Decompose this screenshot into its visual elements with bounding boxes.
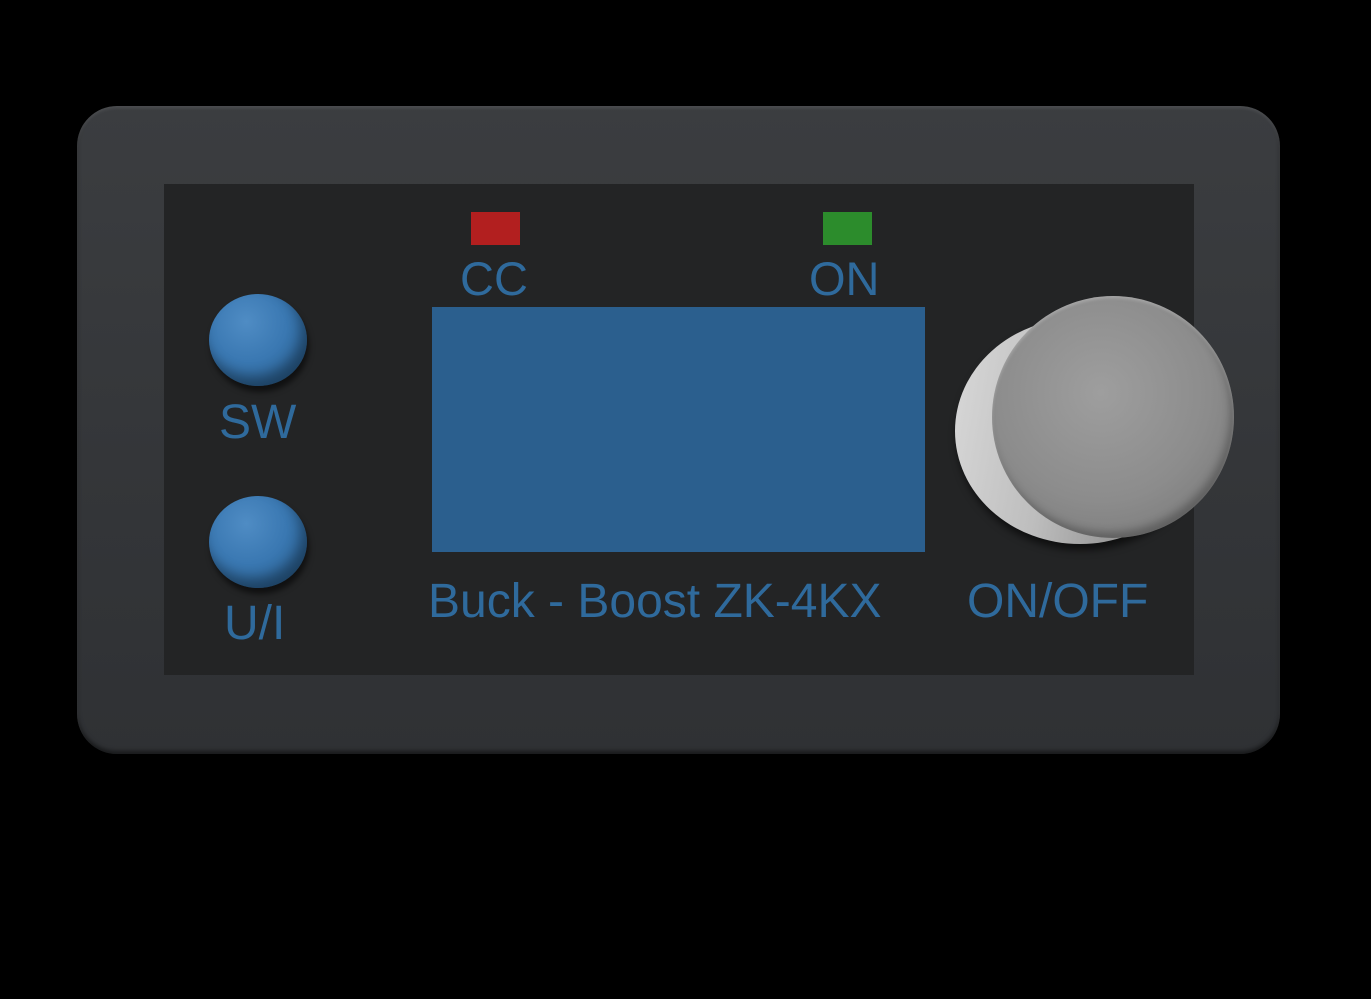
on-indicator-label: ON (809, 252, 880, 305)
ui-button-label: U/I (224, 597, 286, 650)
rotary-knob[interactable] (992, 296, 1234, 538)
on-indicator-led (823, 212, 872, 245)
sw-button-label: SW (219, 396, 297, 449)
cc-indicator-led (471, 212, 520, 245)
sw-button[interactable] (209, 294, 307, 386)
on-off-knob-label: ON/OFF (967, 575, 1149, 628)
model-label: Buck - Boost ZK-4KX (428, 575, 882, 628)
cc-indicator-label: CC (460, 252, 528, 305)
lcd-display (432, 307, 925, 552)
ui-button[interactable] (209, 496, 307, 588)
